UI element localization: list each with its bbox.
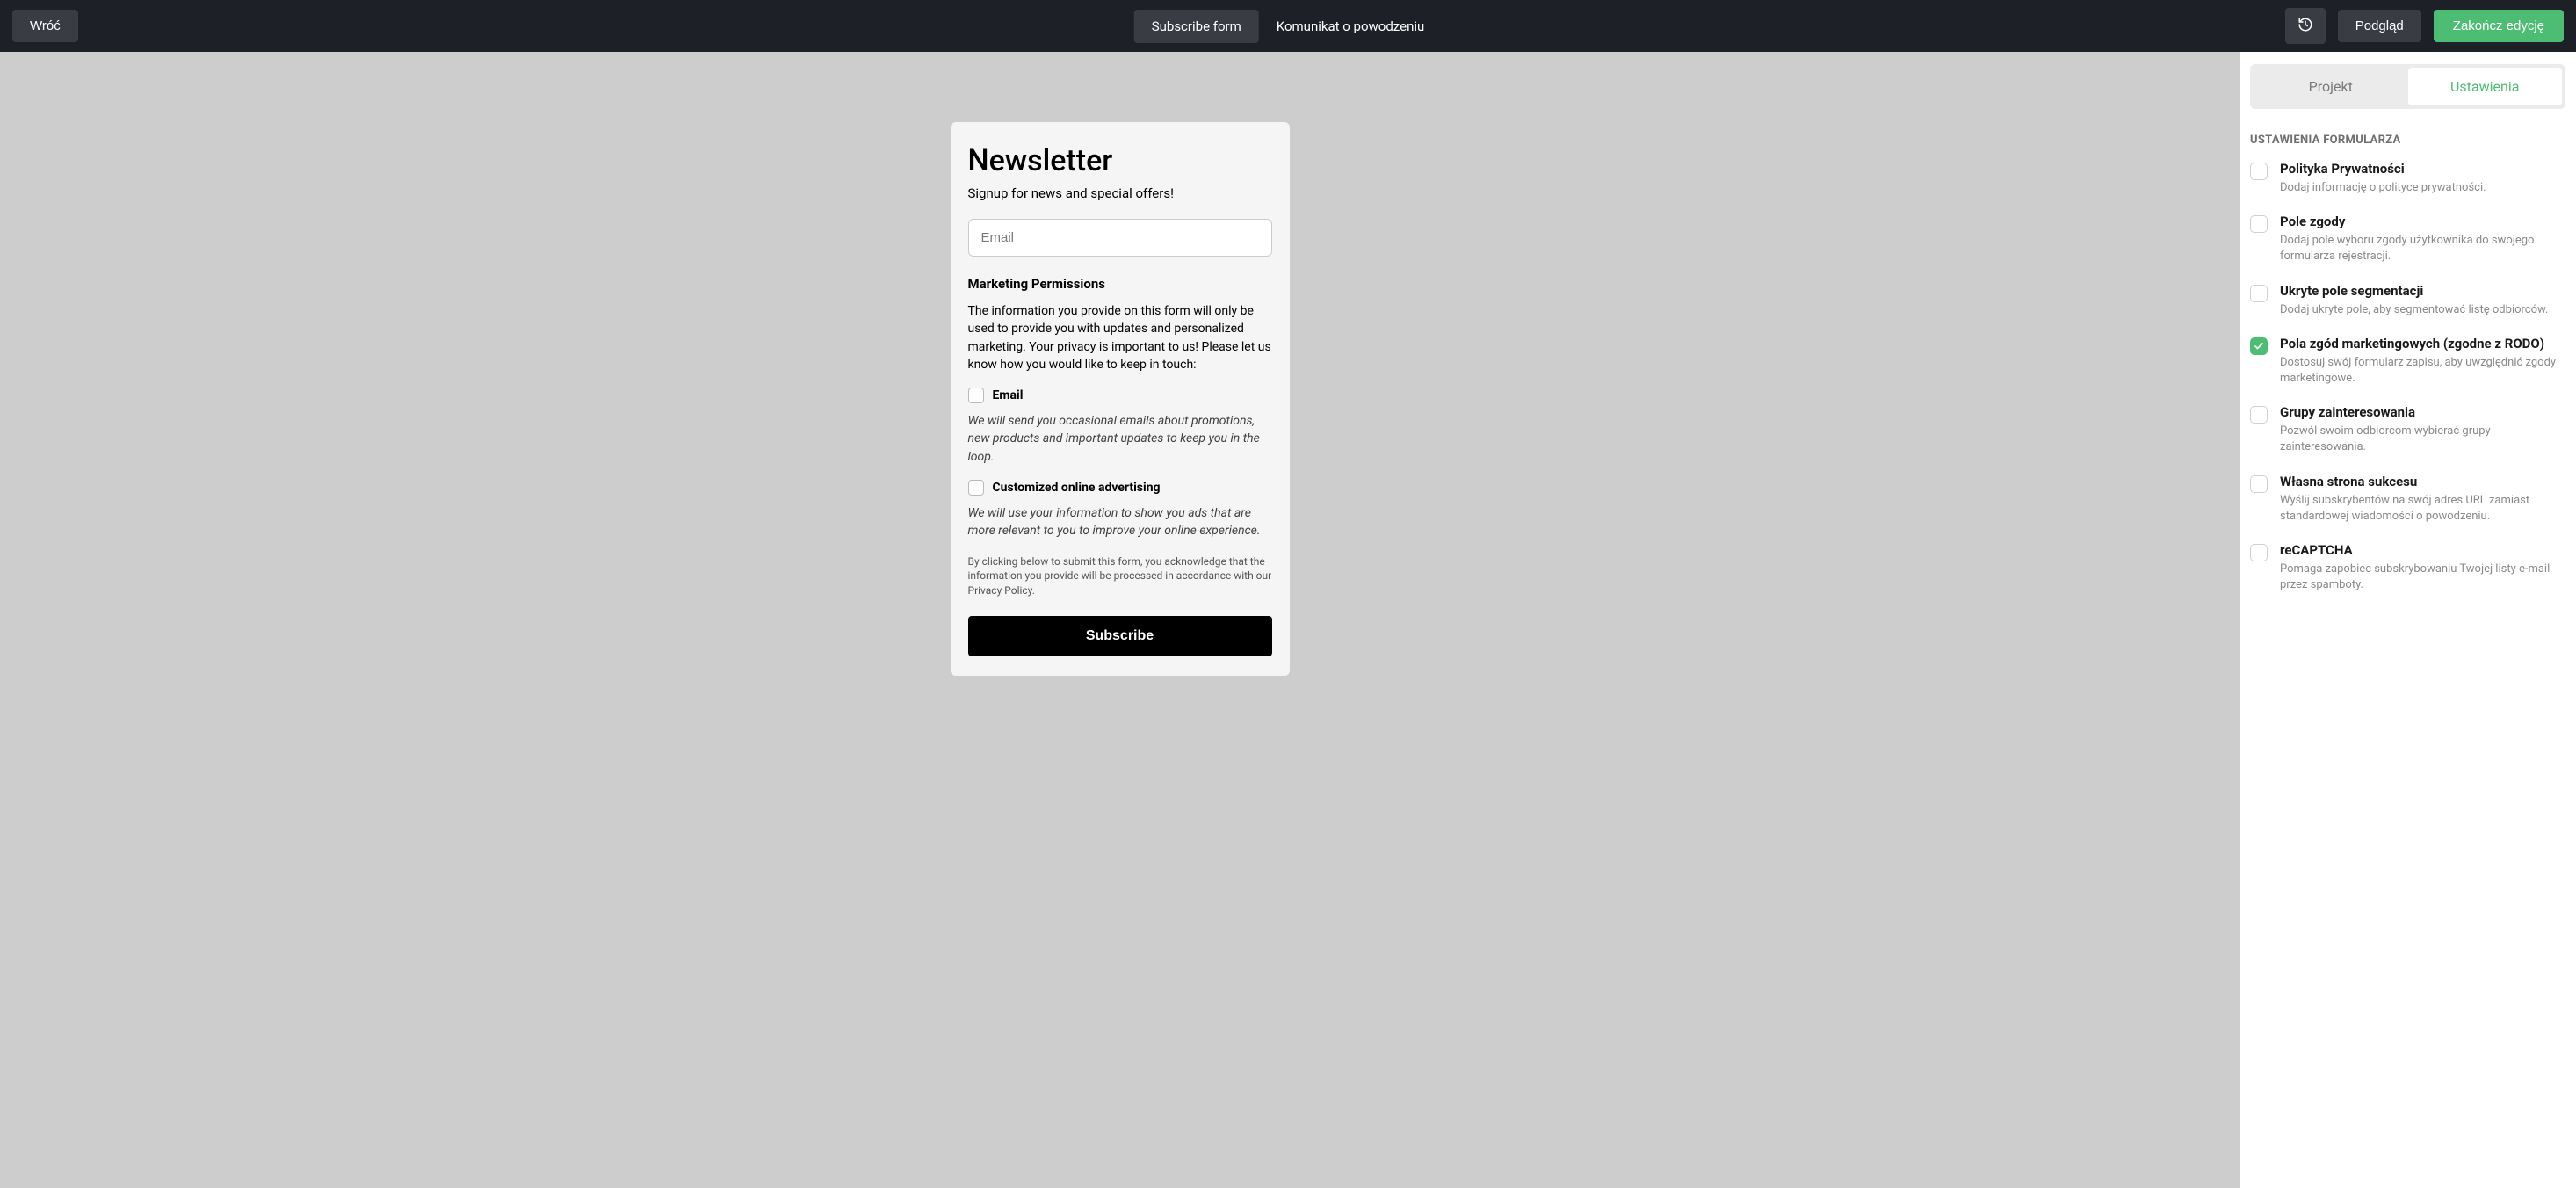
setting-desc: Dodaj pole wyboru zgody użytkownika do s…: [2280, 233, 2565, 264]
setting-checkbox[interactable]: [2250, 406, 2268, 424]
setting-desc: Wyślij subskrybentów na swój adres URL z…: [2280, 493, 2565, 525]
main-area: Newsletter Signup for news and special o…: [0, 52, 2576, 1188]
tab-success-message[interactable]: Komunikat o powodzeniu: [1259, 10, 1443, 43]
permission-checkbox-advertising[interactable]: [968, 480, 984, 496]
setting-title: Polityka Prywatności: [2280, 161, 2565, 177]
sidebar-tab-settings[interactable]: Ustawienia: [2408, 68, 2563, 105]
back-button[interactable]: Wróć: [12, 10, 78, 42]
setting-content: Pola zgód marketingowych (zgodne z RODO)…: [2280, 336, 2565, 387]
sidebar-tabs: Projekt Ustawienia: [2250, 64, 2565, 109]
setting-title: Pole zgody: [2280, 214, 2565, 229]
newsletter-form-card: Newsletter Signup for news and special o…: [951, 122, 1290, 676]
setting-checkbox[interactable]: [2250, 544, 2268, 561]
setting-title: Pola zgód marketingowych (zgodne z RODO): [2280, 336, 2565, 351]
legal-text: By clicking below to submit this form, y…: [968, 554, 1272, 598]
setting-checkbox[interactable]: [2250, 215, 2268, 233]
permission-label-email: Email: [993, 388, 1024, 402]
setting-content: reCAPTCHA Pomaga zapobiec subskrybowaniu …: [2280, 542, 2565, 593]
permission-desc-email: We will send you occasional emails about…: [968, 412, 1272, 466]
setting-desc: Dostosuj swój formularz zapisu, aby uwzg…: [2280, 355, 2565, 387]
permission-row-email: Email: [968, 388, 1272, 403]
settings-list: Polityka Prywatności Dodaj informację o p…: [2250, 161, 2565, 593]
setting-item: Grupy zainteresowania Pozwól swoim odbior…: [2250, 404, 2565, 455]
setting-item: reCAPTCHA Pomaga zapobiec subskrybowaniu …: [2250, 542, 2565, 593]
top-bar: Wróć Subscribe form Komunikat o powodzen…: [0, 0, 2576, 52]
top-bar-right: Podgląd Zakończ edycję: [2285, 8, 2564, 44]
check-icon: [2254, 341, 2264, 351]
setting-title: Własna strona sukcesu: [2280, 474, 2565, 489]
setting-item: Ukryte pole segmentacji Dodaj ukryte pole…: [2250, 283, 2565, 318]
setting-desc: Pozwól swoim odbiorcom wybierać grupy za…: [2280, 424, 2565, 455]
setting-checkbox[interactable]: [2250, 337, 2268, 355]
form-settings-heading: USTAWIENIA FORMULARZA: [2250, 134, 2565, 147]
finish-editing-button[interactable]: Zakończ edycję: [2434, 10, 2564, 42]
setting-item: Pole zgody Dodaj pole wyboru zgody użytko…: [2250, 214, 2565, 264]
email-input[interactable]: [968, 219, 1272, 257]
setting-checkbox[interactable]: [2250, 163, 2268, 180]
setting-item: Pola zgód marketingowych (zgodne z RODO)…: [2250, 336, 2565, 387]
setting-checkbox[interactable]: [2250, 285, 2268, 302]
setting-desc: Dodaj ukryte pole, aby segmentować listę…: [2280, 302, 2565, 318]
marketing-permissions-text: The information you provide on this form…: [968, 302, 1272, 373]
setting-content: Ukryte pole segmentacji Dodaj ukryte pole…: [2280, 283, 2565, 318]
setting-desc: Pomaga zapobiec subskrybowaniu Twojej li…: [2280, 561, 2565, 593]
setting-title: Grupy zainteresowania: [2280, 404, 2565, 420]
history-button[interactable]: [2285, 8, 2326, 44]
permission-desc-advertising: We will use your information to show you…: [968, 504, 1272, 540]
setting-content: Polityka Prywatności Dodaj informację o p…: [2280, 161, 2565, 196]
setting-checkbox[interactable]: [2250, 475, 2268, 493]
tab-subscribe-form[interactable]: Subscribe form: [1134, 10, 1259, 43]
preview-button[interactable]: Podgląd: [2338, 10, 2421, 42]
top-bar-center-tabs: Subscribe form Komunikat o powodzeniu: [1134, 10, 1443, 43]
permission-row-advertising: Customized online advertising: [968, 480, 1272, 496]
history-icon: [2297, 17, 2313, 35]
subscribe-button[interactable]: Subscribe: [968, 616, 1272, 656]
canvas-area: Newsletter Signup for news and special o…: [0, 52, 2240, 1188]
form-subtitle: Signup for news and special offers!: [968, 185, 1272, 201]
marketing-permissions-heading: Marketing Permissions: [968, 276, 1272, 292]
setting-content: Grupy zainteresowania Pozwól swoim odbior…: [2280, 404, 2565, 455]
sidebar-tab-design[interactable]: Projekt: [2254, 68, 2408, 105]
setting-title: Ukryte pole segmentacji: [2280, 283, 2565, 299]
permission-checkbox-email[interactable]: [968, 388, 984, 403]
setting-item: Polityka Prywatności Dodaj informację o p…: [2250, 161, 2565, 196]
permission-label-advertising: Customized online advertising: [993, 481, 1161, 495]
setting-content: Pole zgody Dodaj pole wyboru zgody użytko…: [2280, 214, 2565, 264]
setting-desc: Dodaj informację o polityce prywatności.: [2280, 180, 2565, 196]
settings-sidebar: Projekt Ustawienia USTAWIENIA FORMULARZA…: [2240, 52, 2576, 1188]
setting-content: Własna strona sukcesu Wyślij subskrybentó…: [2280, 474, 2565, 525]
setting-item: Własna strona sukcesu Wyślij subskrybentó…: [2250, 474, 2565, 525]
form-title: Newsletter: [968, 143, 1272, 178]
setting-title: reCAPTCHA: [2280, 542, 2565, 558]
top-bar-left: Wróć: [12, 10, 78, 42]
